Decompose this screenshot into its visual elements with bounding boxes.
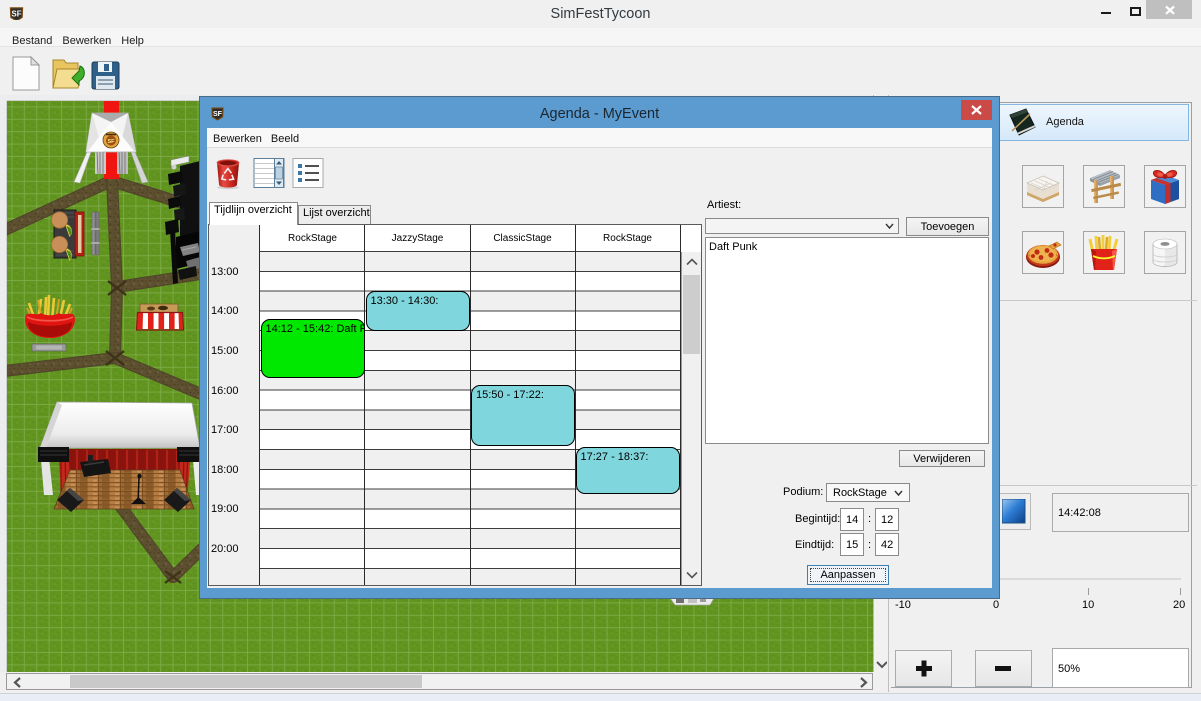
svg-text:SF: SF	[107, 139, 115, 145]
svg-text:SF: SF	[12, 10, 22, 19]
